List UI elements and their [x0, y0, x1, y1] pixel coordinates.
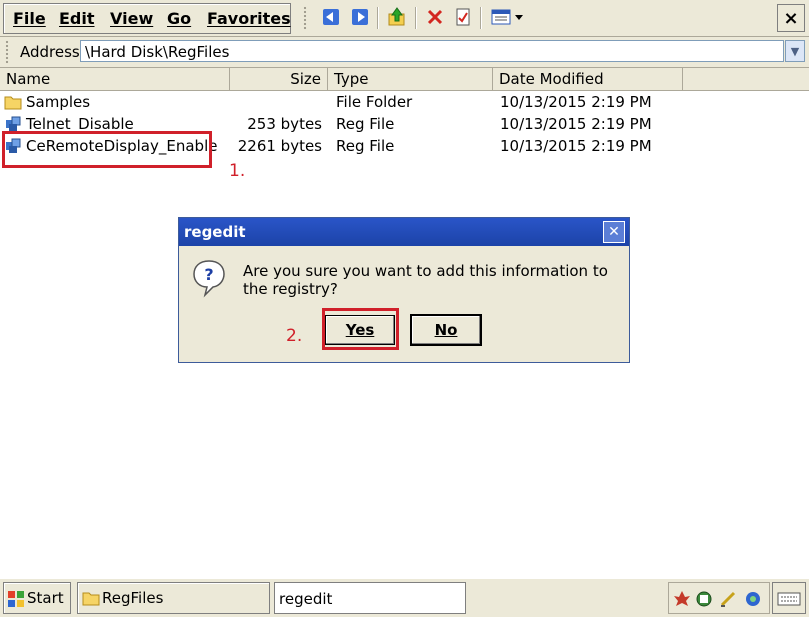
- system-tray: [668, 582, 770, 614]
- delete-icon: [427, 9, 443, 25]
- no-button[interactable]: No: [411, 315, 481, 345]
- up-button[interactable]: [386, 6, 408, 28]
- file-name: Samples: [26, 93, 91, 111]
- address-bar: Address \Hard Disk\RegFiles ▼: [0, 37, 809, 68]
- pen-icon[interactable]: [719, 590, 737, 608]
- dialog-message: Are you sure you want to add this inform…: [243, 262, 608, 298]
- views-button[interactable]: [489, 6, 527, 28]
- toolbar-grip[interactable]: [303, 6, 307, 30]
- back-button[interactable]: [320, 6, 342, 28]
- column-header-name[interactable]: Name: [0, 68, 230, 90]
- file-date: 10/13/2015 2:19 PM: [500, 137, 652, 155]
- menu-view[interactable]: View: [110, 9, 153, 28]
- menu-group: File Edit View Go Favorites: [3, 3, 291, 34]
- close-icon: ✕: [608, 224, 620, 240]
- menu-edit[interactable]: Edit: [59, 9, 95, 28]
- list-header: Name Size Type Date Modified: [0, 68, 809, 91]
- question-icon: ?: [193, 260, 225, 298]
- reg-file-icon: [6, 116, 21, 131]
- file-size: 253 bytes: [247, 115, 322, 133]
- connection-icon[interactable]: [743, 589, 763, 609]
- toolbar-separator: [480, 7, 482, 29]
- step2-label: 2.: [286, 326, 303, 346]
- folder-icon: [82, 592, 100, 606]
- list-item[interactable]: Samples File Folder 10/13/2015 2:19 PM: [0, 91, 809, 113]
- taskbar-input[interactable]: regedit: [274, 582, 466, 614]
- menubar: File Edit View Go Favorites ×: [0, 0, 809, 37]
- dialog-title: regedit: [184, 223, 246, 241]
- close-icon: ×: [783, 7, 799, 29]
- taskbar-window-regfiles[interactable]: RegFiles: [77, 582, 270, 614]
- file-type: File Folder: [336, 93, 413, 111]
- file-size: 2261 bytes: [237, 137, 322, 155]
- menu-favorites[interactable]: Favorites: [207, 9, 291, 28]
- file-date: 10/13/2015 2:19 PM: [500, 93, 652, 111]
- highlight-box-step2: [322, 308, 399, 350]
- windows-flag-icon: [8, 591, 24, 607]
- toolbar-separator: [415, 7, 417, 29]
- forward-button[interactable]: [349, 6, 371, 28]
- keyboard-button[interactable]: [772, 582, 806, 614]
- chevron-down-icon: ▼: [790, 44, 800, 58]
- no-label: No: [434, 321, 458, 339]
- svg-text:?: ?: [204, 265, 213, 284]
- properties-button[interactable]: [452, 6, 474, 28]
- views-icon: [491, 9, 523, 25]
- address-dropdown-button[interactable]: ▼: [785, 40, 805, 62]
- column-header-size[interactable]: Size: [230, 68, 328, 90]
- taskbar-window-label: RegFiles: [102, 589, 164, 607]
- toolbar-separator: [377, 7, 379, 29]
- back-arrow-icon: [323, 9, 339, 25]
- column-header-type[interactable]: Type: [328, 68, 493, 90]
- start-label: Start: [27, 589, 64, 607]
- highlight-box-step1: [2, 131, 212, 168]
- address-label: Address: [20, 43, 80, 61]
- regedit-dialog: regedit ✕ ? Are you sure you want to add…: [178, 217, 630, 363]
- file-date: 10/13/2015 2:19 PM: [500, 115, 652, 133]
- step1-label: 1.: [229, 161, 246, 181]
- network-icon[interactable]: [695, 590, 713, 608]
- close-window-button[interactable]: ×: [777, 4, 805, 32]
- address-input[interactable]: \Hard Disk\RegFiles: [80, 40, 784, 62]
- file-type: Reg File: [336, 137, 395, 155]
- properties-icon: [456, 8, 470, 26]
- menu-go[interactable]: Go: [167, 9, 191, 28]
- folder-icon: [4, 96, 22, 110]
- menu-file[interactable]: File: [13, 9, 46, 28]
- up-folder-icon: [388, 7, 405, 26]
- dialog-title-bar[interactable]: regedit: [179, 218, 629, 246]
- start-button[interactable]: Start: [3, 582, 71, 614]
- taskbar: Start RegFiles regedit: [0, 578, 809, 617]
- dialog-close-button[interactable]: ✕: [603, 221, 625, 243]
- keyboard-icon: [777, 592, 801, 606]
- forward-arrow-icon: [352, 9, 368, 25]
- delete-button[interactable]: [424, 6, 446, 28]
- column-header-date[interactable]: Date Modified: [493, 68, 683, 90]
- file-type: Reg File: [336, 115, 395, 133]
- address-grip[interactable]: [5, 40, 9, 64]
- leaf-icon[interactable]: [673, 590, 691, 608]
